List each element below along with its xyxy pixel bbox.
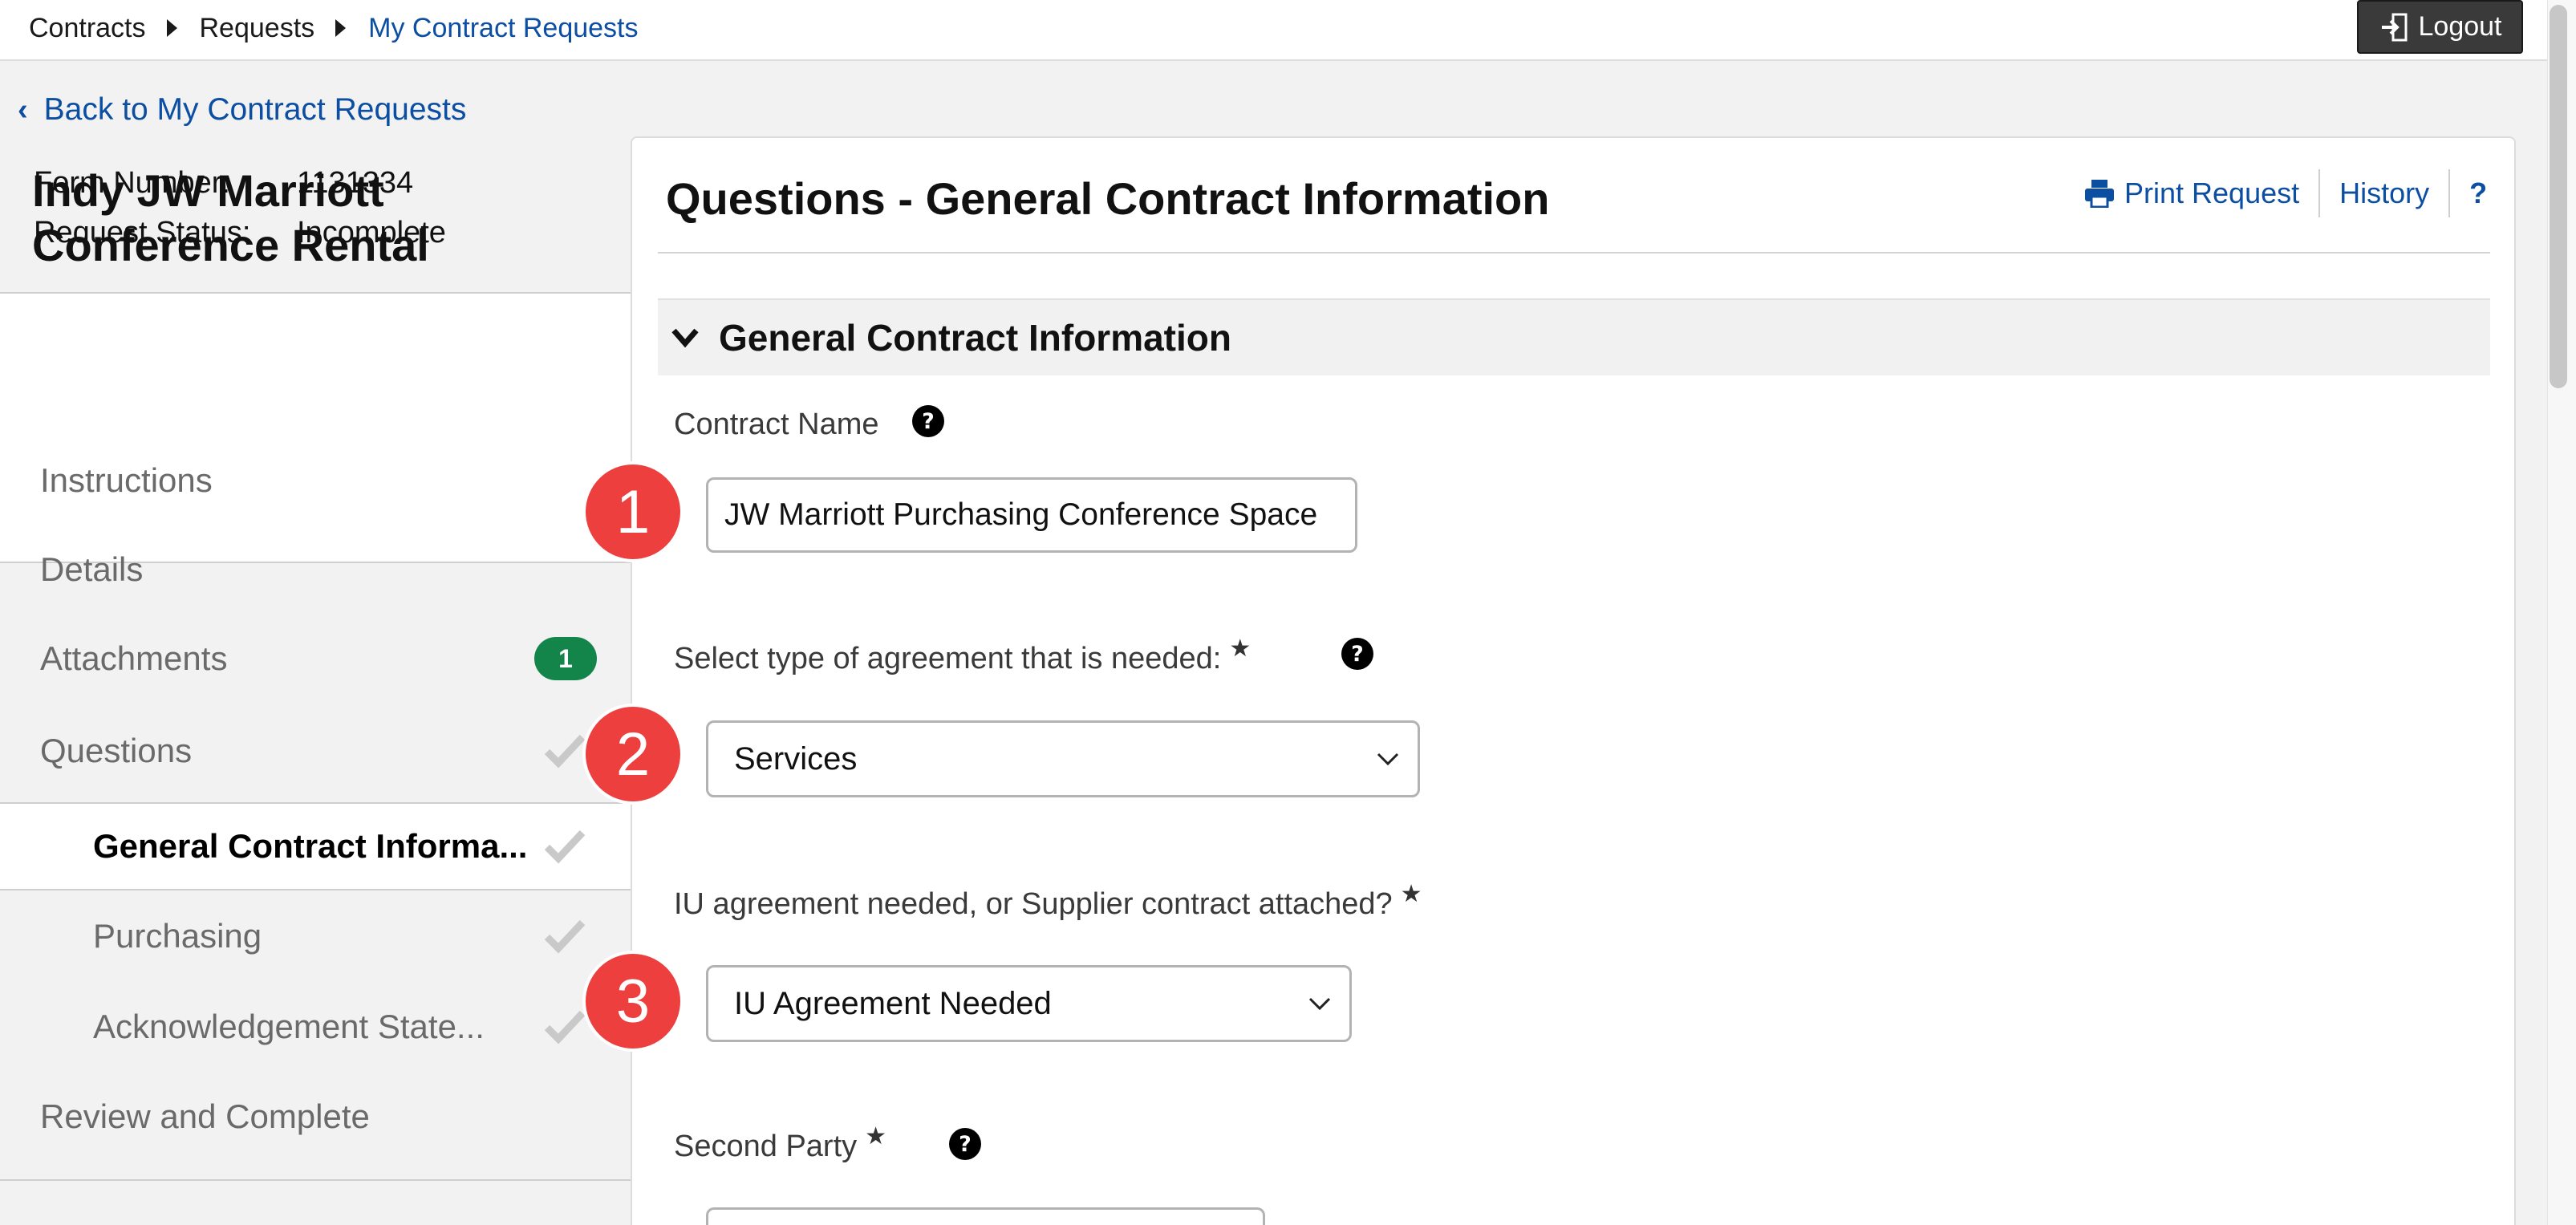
sidebar-item-details[interactable]: Details bbox=[0, 525, 631, 614]
chevron-down-icon bbox=[1308, 997, 1331, 1011]
sidebar-item-label: Purchasing bbox=[93, 917, 262, 955]
iu-agreement-label: IU agreement needed, or Supplier contrac… bbox=[674, 881, 1422, 924]
second-party-label-text: Second Party bbox=[674, 1130, 858, 1163]
contract-name-input[interactable] bbox=[706, 477, 1357, 553]
print-request-label: Print Request bbox=[2124, 176, 2300, 209]
checkmark-icon bbox=[544, 1010, 586, 1044]
second-party-label: Second Party ★ bbox=[674, 1123, 886, 1166]
sidebar-item-label: Acknowledgement State... bbox=[93, 1008, 485, 1045]
help-circle-icon[interactable]: ? bbox=[947, 1126, 983, 1162]
chevron-left-icon: ‹ bbox=[18, 93, 28, 127]
checkmark-icon bbox=[544, 830, 586, 864]
agreement-type-value: Services bbox=[734, 740, 858, 777]
breadcrumb-contracts[interactable]: Contracts bbox=[29, 10, 146, 47]
breadcrumb-separator-icon bbox=[166, 19, 177, 37]
sidebar-item-purchasing[interactable]: Purchasing bbox=[0, 892, 631, 980]
checkmark-icon bbox=[544, 734, 586, 769]
page-scrollbar-thumb[interactable] bbox=[2550, 5, 2567, 388]
help-link[interactable]: ? bbox=[2469, 176, 2487, 210]
request-status-label: Request Status: bbox=[34, 216, 251, 249]
contract-name-label: Contract Name bbox=[674, 404, 879, 444]
help-circle-icon[interactable]: ? bbox=[1340, 636, 1375, 671]
agreement-type-select[interactable]: Services bbox=[706, 720, 1420, 797]
chevron-down-icon bbox=[1377, 752, 1399, 766]
breadcrumb-requests[interactable]: Requests bbox=[200, 10, 315, 47]
iu-agreement-select[interactable]: IU Agreement Needed bbox=[706, 965, 1352, 1042]
sidebar-item-attachments[interactable]: Attachments 1 bbox=[0, 615, 631, 703]
logout-icon bbox=[2381, 13, 2407, 41]
sidebar-item-label: Attachments bbox=[40, 639, 228, 677]
sidebar-item-label: General Contract Informa... bbox=[93, 827, 528, 865]
breadcrumb-separator-icon bbox=[335, 19, 347, 37]
required-star-icon: ★ bbox=[865, 1123, 887, 1150]
annotation-marker-1: 1 bbox=[582, 461, 684, 562]
back-link-label: Back to My Contract Requests bbox=[43, 92, 467, 127]
contract-name-label-text: Contract Name bbox=[674, 408, 879, 441]
svg-text:?: ? bbox=[922, 409, 935, 434]
title-divider bbox=[658, 252, 2490, 254]
agreement-type-label: Select type of agreement that is needed:… bbox=[674, 635, 1251, 679]
chevron-down-icon bbox=[671, 328, 699, 348]
sidebar-item-review-and-complete[interactable]: Review and Complete bbox=[0, 1073, 631, 1161]
agreement-type-label-text: Select type of agreement that is needed: bbox=[674, 642, 1222, 675]
form-number-row: Form Number: 1131334 bbox=[34, 163, 413, 203]
logout-label: Logout bbox=[2418, 11, 2502, 42]
logout-button[interactable]: Logout bbox=[2357, 0, 2523, 54]
sidebar-item-questions[interactable]: Questions bbox=[0, 707, 631, 795]
print-request-link[interactable]: Print Request bbox=[2084, 176, 2299, 210]
sidebar-item-acknowledgement-statement[interactable]: Acknowledgement State... bbox=[0, 983, 631, 1071]
annotation-marker-2: 2 bbox=[582, 704, 684, 805]
top-bar: Contracts Requests My Contract Requests … bbox=[0, 0, 2547, 61]
breadcrumb-my-contract-requests[interactable]: My Contract Requests bbox=[368, 10, 638, 47]
checkmark-icon bbox=[544, 919, 586, 954]
sidebar-item-label: Instructions bbox=[40, 461, 213, 499]
sidebar-item-instructions[interactable]: Instructions bbox=[0, 436, 631, 525]
help-circle-icon[interactable]: ? bbox=[911, 404, 946, 439]
annotation-marker-3: 3 bbox=[582, 951, 684, 1052]
attachments-count-badge: 1 bbox=[534, 637, 597, 680]
breadcrumb: Contracts Requests My Contract Requests bbox=[29, 10, 639, 47]
sidebar-item-label: Review and Complete bbox=[40, 1097, 370, 1135]
section-header-general-contract-information[interactable]: General Contract Information bbox=[658, 298, 2490, 375]
iu-agreement-value: IU Agreement Needed bbox=[734, 985, 1052, 1021]
svg-text:?: ? bbox=[959, 1132, 972, 1157]
request-status-row: Request Status: Incomplete bbox=[34, 213, 446, 253]
required-star-icon: ★ bbox=[1229, 635, 1251, 662]
sidebar-item-general-contract-information[interactable]: General Contract Informa... bbox=[0, 802, 631, 890]
required-star-icon: ★ bbox=[1400, 881, 1422, 907]
sidebar-item-label: Details bbox=[40, 550, 144, 588]
form-number-value: 1131334 bbox=[297, 166, 414, 200]
sidebar-item-label: Questions bbox=[40, 732, 193, 769]
iu-agreement-label-text: IU agreement needed, or Supplier contrac… bbox=[674, 887, 1393, 921]
sidebar-divider bbox=[0, 1179, 631, 1181]
form-number-label: Form Number: bbox=[34, 166, 230, 200]
action-separator bbox=[2318, 169, 2321, 217]
panel-actions: Print Request History ? bbox=[2084, 169, 2487, 217]
page-title: Questions - General Contract Information bbox=[666, 173, 1550, 224]
back-to-requests-link[interactable]: ‹ Back to My Contract Requests bbox=[18, 90, 466, 130]
section-title: General Contract Information bbox=[719, 317, 1231, 359]
second-party-input[interactable] bbox=[706, 1207, 1265, 1225]
history-link[interactable]: History bbox=[2339, 176, 2429, 210]
action-separator bbox=[2448, 169, 2451, 217]
printer-icon bbox=[2085, 180, 2114, 208]
request-status-value: Incomplete bbox=[297, 216, 446, 249]
svg-text:?: ? bbox=[1351, 642, 1364, 667]
